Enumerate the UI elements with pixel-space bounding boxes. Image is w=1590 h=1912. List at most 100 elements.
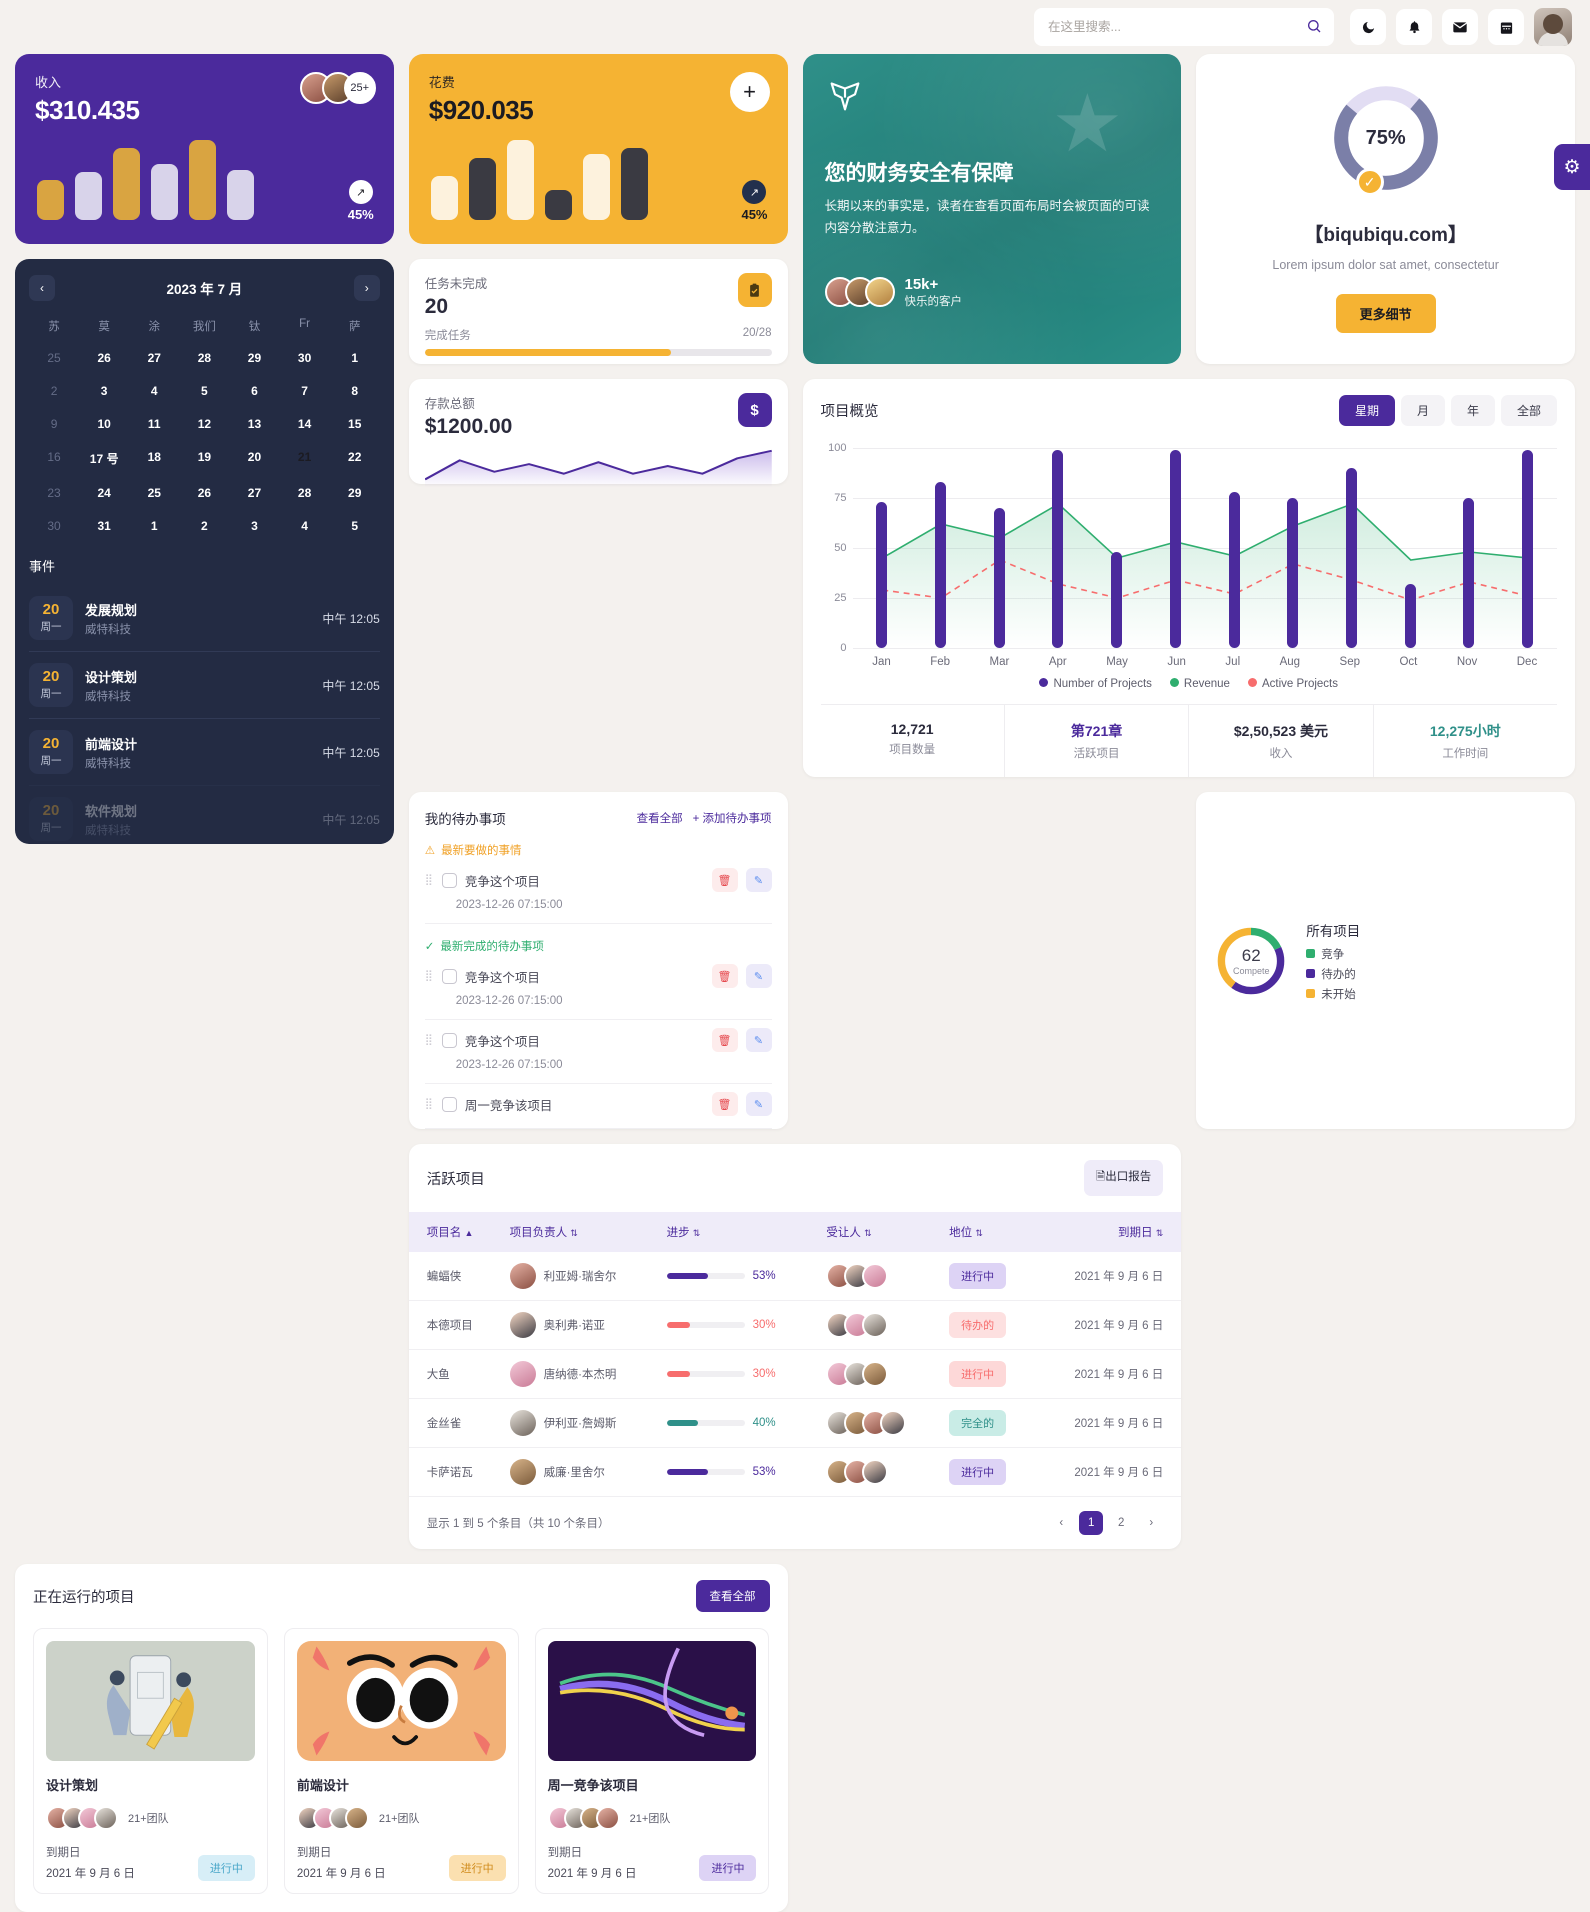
delete-icon[interactable]: 🗑 (711, 1092, 738, 1116)
calendar-day[interactable]: 1 (330, 344, 380, 372)
calendar-day[interactable]: 4 (280, 512, 330, 540)
chart-range-tab[interactable]: 全部 (1500, 395, 1557, 426)
calendar-day[interactable]: 27 (229, 479, 279, 507)
pagination-page[interactable]: 2 (1109, 1511, 1133, 1535)
running-project-card[interactable]: 设计策划 21+团队 到期日 2021 年 9 月 6 日 进行中 (33, 1628, 268, 1894)
calendar-day[interactable]: 25 (129, 479, 179, 507)
table-column-header[interactable]: 受让人 ⇅ (818, 1212, 941, 1252)
calendar-day[interactable]: 17 号 (79, 443, 129, 474)
calendar-icon[interactable] (1488, 9, 1524, 45)
event-item[interactable]: 20 周一 前端设计 威特科技 中午 12:05 (29, 718, 380, 785)
table-row[interactable]: 金丝雀 伊利亚·詹姆斯 40% 完全的 2021 年 9 月 6 日 (408, 1398, 1182, 1448)
calendar-day[interactable]: 19 (179, 443, 229, 474)
calendar-day[interactable]: 20 (229, 443, 279, 474)
calendar-prev-button[interactable]: ‹ (29, 275, 55, 301)
calendar-day[interactable]: 5 (179, 377, 229, 405)
calendar-day[interactable]: 22 (330, 443, 380, 474)
calendar-day-selected[interactable]: 21 (280, 443, 330, 474)
todo-checkbox[interactable] (441, 872, 457, 888)
calendar-day[interactable]: 28 (179, 344, 229, 372)
event-item[interactable]: 20 周一 软件规划 威特科技 中午 12:05 (29, 785, 380, 844)
todo-checkbox[interactable] (441, 1096, 457, 1112)
calendar-day[interactable]: 9 (29, 410, 79, 438)
table-column-header[interactable]: 到期日 ⇅ (1034, 1212, 1181, 1252)
calendar-day[interactable]: 31 (79, 512, 129, 540)
todo-add-link[interactable]: + 添加待办事项 (693, 810, 772, 826)
todo-view-all-link[interactable]: 查看全部 (637, 810, 683, 826)
calendar-day[interactable]: 14 (280, 410, 330, 438)
calendar-day[interactable]: 8 (330, 377, 380, 405)
gear-icon[interactable]: ⚙ (1554, 144, 1590, 190)
calendar-day[interactable]: 4 (129, 377, 179, 405)
table-column-header[interactable]: 地位 ⇅ (941, 1212, 1034, 1252)
calendar-day[interactable]: 23 (29, 479, 79, 507)
search-input[interactable] (1034, 8, 1334, 46)
calendar-day[interactable]: 26 (79, 344, 129, 372)
calendar-day[interactable]: 7 (280, 377, 330, 405)
pagination-next[interactable]: › (1139, 1511, 1163, 1535)
calendar-day[interactable]: 6 (229, 377, 279, 405)
todo-checkbox[interactable] (441, 968, 457, 984)
calendar-day[interactable]: 30 (29, 512, 79, 540)
edit-icon[interactable]: ✎ (745, 868, 772, 892)
export-report-button[interactable]: 🗎出口报告 (1084, 1160, 1164, 1196)
pagination-page[interactable]: 1 (1079, 1511, 1104, 1535)
chart-range-tab[interactable]: 星期 (1338, 395, 1395, 426)
table-row[interactable]: 本德项目 奥利弗·诺亚 30% 待办的 2021 年 9 月 6 日 (408, 1300, 1182, 1350)
search-box[interactable] (1034, 8, 1334, 46)
calendar-day[interactable]: 11 (129, 410, 179, 438)
calendar-day[interactable]: 25 (29, 344, 79, 372)
table-row[interactable]: 卡萨诺瓦 威廉·里舍尔 53% 进行中 2021 年 9 月 6 日 (408, 1447, 1182, 1497)
calendar-day[interactable]: 1 (129, 512, 179, 540)
calendar-day[interactable]: 16 (29, 443, 79, 474)
calendar-day[interactable]: 3 (229, 512, 279, 540)
running-project-card[interactable]: 前端设计 21+团队 到期日 2021 年 9 月 6 日 进行中 (283, 1628, 519, 1894)
drag-handle-icon[interactable]: ⣿ (425, 874, 434, 885)
edit-icon[interactable]: ✎ (745, 1028, 772, 1052)
running-project-card[interactable]: 周一竞争该项目 21+团队 到期日 2021 年 9 月 6 日 进行中 (534, 1628, 770, 1894)
drag-handle-icon[interactable]: ⣿ (425, 1034, 434, 1045)
calendar-day[interactable]: 30 (280, 344, 330, 372)
bell-icon[interactable] (1396, 9, 1432, 45)
pagination-prev[interactable]: ‹ (1049, 1511, 1073, 1535)
running-view-all-button[interactable]: 查看全部 (695, 1580, 770, 1612)
table-column-header[interactable]: 项目名 ▲ (409, 1212, 502, 1252)
event-item[interactable]: 20 周一 设计策划 威特科技 中午 12:05 (29, 651, 380, 718)
calendar-day[interactable]: 27 (129, 344, 179, 372)
mail-icon[interactable] (1442, 9, 1478, 45)
delete-icon[interactable]: 🗑 (711, 964, 738, 988)
calendar-day[interactable]: 3 (79, 377, 129, 405)
chart-range-tab[interactable]: 年 (1450, 395, 1495, 426)
edit-icon[interactable]: ✎ (745, 964, 772, 988)
todo-checkbox[interactable] (441, 1032, 457, 1048)
drag-handle-icon[interactable]: ⣿ (425, 970, 434, 981)
table-column-header[interactable]: 项目负责人 ⇅ (502, 1212, 659, 1252)
calendar-day[interactable]: 28 (280, 479, 330, 507)
avatar[interactable] (1534, 8, 1572, 46)
calendar-day[interactable]: 15 (330, 410, 380, 438)
more-details-button[interactable]: 更多细节 (1335, 294, 1436, 334)
calendar-day[interactable]: 13 (229, 410, 279, 438)
calendar-next-button[interactable]: › (353, 275, 380, 301)
chart-range-tab[interactable]: 月 (1400, 395, 1445, 426)
calendar-day[interactable]: 18 (129, 443, 179, 474)
moon-icon[interactable] (1350, 9, 1386, 45)
calendar-day[interactable]: 12 (179, 410, 229, 438)
calendar-day[interactable]: 26 (179, 479, 229, 507)
delete-icon[interactable]: 🗑 (711, 868, 738, 892)
table-row[interactable]: 蝙蝠侠 利亚姆·瑞舍尔 53% 进行中 2021 年 9 月 6 日 (408, 1252, 1182, 1301)
delete-icon[interactable]: 🗑 (711, 1028, 738, 1052)
calendar-day[interactable]: 29 (229, 344, 279, 372)
event-item[interactable]: 20 周一 发展规划 威特科技 中午 12:05 (29, 585, 380, 651)
calendar-day[interactable]: 2 (179, 512, 229, 540)
drag-handle-icon[interactable]: ⣿ (425, 1098, 434, 1109)
calendar-day[interactable]: 10 (79, 410, 129, 438)
calendar-day[interactable]: 24 (79, 479, 129, 507)
calendar-day[interactable]: 2 (29, 377, 79, 405)
add-expense-button[interactable]: + (729, 72, 770, 112)
table-row[interactable]: 大鱼 唐纳德·本杰明 30% 进行中 2021 年 9 月 6 日 (408, 1349, 1182, 1399)
calendar-day[interactable]: 5 (330, 512, 380, 540)
edit-icon[interactable]: ✎ (745, 1092, 772, 1116)
table-column-header[interactable]: 进步 ⇅ (659, 1212, 819, 1252)
calendar-day[interactable]: 29 (330, 479, 380, 507)
